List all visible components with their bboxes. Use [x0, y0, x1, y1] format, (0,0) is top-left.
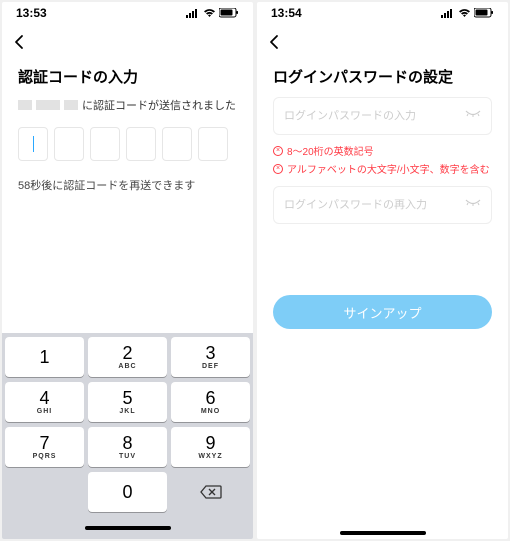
- keypad-key-5[interactable]: 5JKL: [88, 382, 167, 422]
- back-button[interactable]: [267, 34, 283, 50]
- keypad-key-6[interactable]: 6MNO: [171, 382, 250, 422]
- code-input[interactable]: [18, 127, 237, 161]
- rule-chars: × アルファベットの大文字/小文字、数字を含む: [273, 161, 492, 176]
- wifi-icon: [458, 9, 471, 18]
- password-field[interactable]: [273, 97, 492, 135]
- screen-password-setup: 13:54 ログインパスワードの設定 × 8〜20桁の英数記号 × アルファベッ…: [257, 2, 508, 539]
- nav-bar: [257, 24, 508, 60]
- password-input[interactable]: [284, 110, 481, 122]
- eye-off-icon[interactable]: [465, 198, 481, 212]
- key-letters: PQRS: [33, 453, 57, 460]
- key-letters: WXYZ: [198, 453, 222, 460]
- keypad-key-0[interactable]: 0: [88, 472, 167, 512]
- key-letters: TUV: [119, 453, 136, 460]
- status-indicators: [441, 8, 494, 18]
- signal-icon: [186, 9, 200, 18]
- key-digit: 9: [205, 434, 215, 452]
- nav-bar: [2, 24, 253, 60]
- keypad-key-8[interactable]: 8TUV: [88, 427, 167, 467]
- error-icon: ×: [273, 164, 283, 174]
- key-letters: GHI: [37, 408, 52, 415]
- keypad-key-4[interactable]: 4GHI: [5, 382, 84, 422]
- password-rules: × 8〜20桁の英数記号 × アルファベットの大文字/小文字、数字を含む: [273, 143, 492, 176]
- battery-icon: [474, 8, 494, 18]
- key-digit: 7: [39, 434, 49, 452]
- keypad-key-9[interactable]: 9WXYZ: [171, 427, 250, 467]
- rule-length: × 8〜20桁の英数記号: [273, 143, 492, 158]
- code-digit-6[interactable]: [198, 127, 228, 161]
- code-digit-4[interactable]: [126, 127, 156, 161]
- keypad-key-1[interactable]: 1: [5, 337, 84, 377]
- redacted-phone: [18, 100, 78, 110]
- status-time: 13:54: [271, 6, 302, 20]
- key-letters: JKL: [119, 408, 135, 415]
- keypad-key-2[interactable]: 2ABC: [88, 337, 167, 377]
- signal-icon: [441, 9, 455, 18]
- key-digit: 0: [122, 483, 132, 501]
- confirm-password-field[interactable]: [273, 186, 492, 224]
- status-bar: 13:54: [257, 2, 508, 24]
- signup-button[interactable]: サインアップ: [273, 295, 492, 329]
- status-indicators: [186, 8, 239, 18]
- key-letters: MNO: [201, 408, 220, 415]
- code-digit-2[interactable]: [54, 127, 84, 161]
- status-bar: 13:53: [2, 2, 253, 24]
- key-digit: 2: [122, 344, 132, 362]
- key-letters: ABC: [118, 363, 136, 370]
- key-digit: 8: [122, 434, 132, 452]
- page-title: 認証コードの入力: [18, 66, 237, 87]
- key-digit: 5: [122, 389, 132, 407]
- status-time: 13:53: [16, 6, 47, 20]
- keypad-delete[interactable]: [171, 472, 250, 512]
- code-digit-3[interactable]: [90, 127, 120, 161]
- home-indicator[interactable]: [5, 517, 250, 539]
- key-letters: DEF: [202, 363, 219, 370]
- code-digit-1[interactable]: [18, 127, 48, 161]
- eye-off-icon[interactable]: [465, 109, 481, 123]
- keypad-key-7[interactable]: 7PQRS: [5, 427, 84, 467]
- battery-icon: [219, 8, 239, 18]
- numeric-keypad: 12ABC3DEF4GHI5JKL6MNO7PQRS8TUV9WXYZ0: [2, 333, 253, 539]
- home-indicator[interactable]: [257, 531, 508, 535]
- confirm-password-input[interactable]: [284, 199, 481, 211]
- resend-message: 58秒後に認証コードを再送できます: [18, 177, 237, 193]
- page-title: ログインパスワードの設定: [273, 66, 492, 87]
- keypad-blank: [5, 472, 84, 512]
- key-digit: 4: [39, 389, 49, 407]
- back-button[interactable]: [12, 34, 28, 50]
- keypad-key-3[interactable]: 3DEF: [171, 337, 250, 377]
- sent-message: に認証コードが送信されました: [18, 97, 237, 113]
- error-icon: ×: [273, 146, 283, 156]
- key-digit: 6: [205, 389, 215, 407]
- wifi-icon: [203, 9, 216, 18]
- screen-code-entry: 13:53 認証コードの入力 に認証コードが送信されました 58秒後に認証コード…: [2, 2, 253, 539]
- key-digit: 3: [205, 344, 215, 362]
- key-digit: 1: [39, 348, 49, 366]
- code-digit-5[interactable]: [162, 127, 192, 161]
